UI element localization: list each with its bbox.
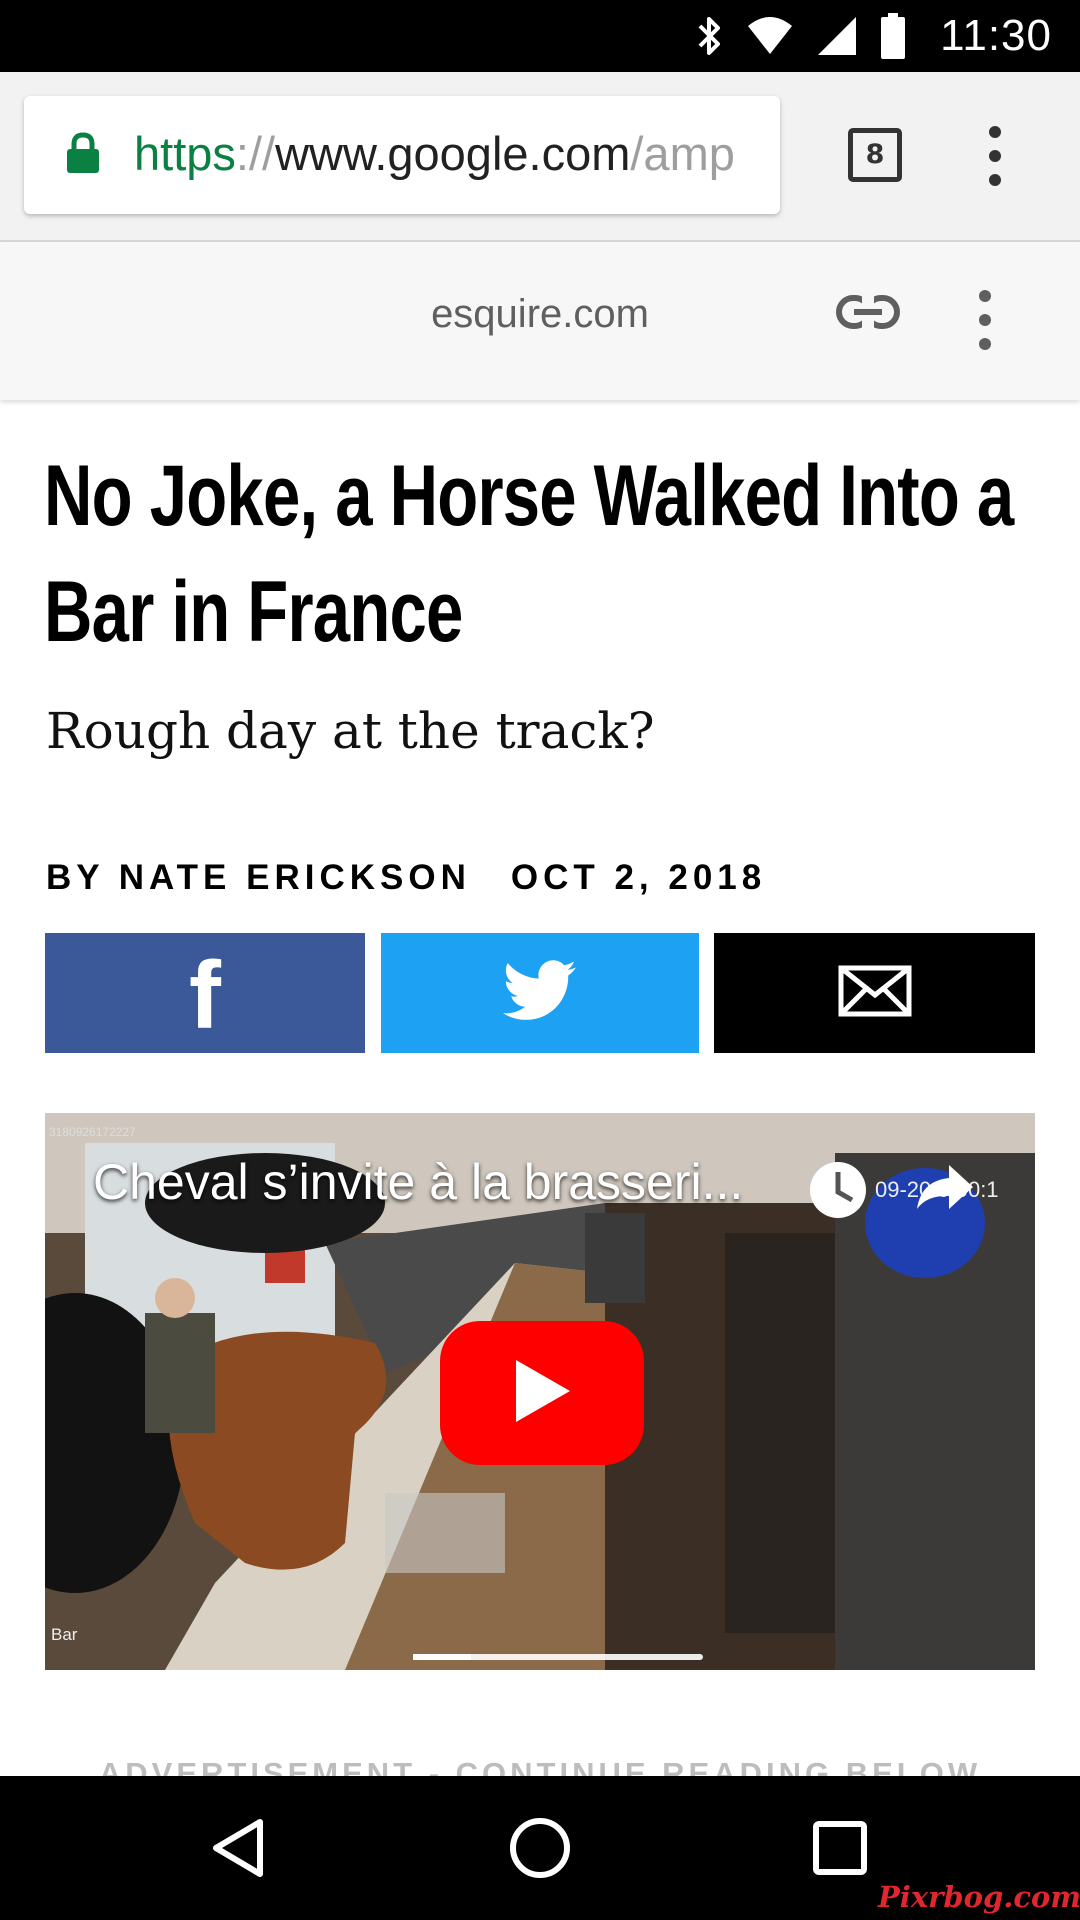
home-icon[interactable] bbox=[504, 1812, 576, 1884]
url-scheme: https bbox=[134, 127, 236, 180]
status-bar: 11:30 bbox=[0, 0, 1080, 72]
tab-count: 8 bbox=[865, 139, 885, 170]
author: BY NATE ERICKSON bbox=[46, 858, 471, 897]
twitter-share-button[interactable] bbox=[381, 933, 699, 1053]
facebook-share-button[interactable]: f bbox=[45, 933, 365, 1053]
share-video-icon[interactable] bbox=[915, 1163, 975, 1218]
share-buttons: f bbox=[45, 933, 1035, 1053]
address-bar[interactable]: https://www.google.com/amp bbox=[24, 96, 780, 214]
email-share-button[interactable] bbox=[714, 933, 1035, 1053]
menu-dot bbox=[979, 338, 991, 350]
tab-switcher-button[interactable]: 8 bbox=[848, 128, 902, 182]
play-icon bbox=[512, 1358, 572, 1429]
url-path: /amp bbox=[630, 127, 735, 180]
menu-dot bbox=[979, 290, 991, 302]
wifi-icon bbox=[746, 16, 794, 56]
amp-domain[interactable]: esquire.com bbox=[0, 292, 1080, 337]
amp-menu-icon[interactable] bbox=[960, 290, 1010, 350]
envelope-icon bbox=[838, 965, 912, 1022]
menu-dot bbox=[989, 150, 1001, 162]
video-corner-label: Bar bbox=[51, 1625, 78, 1644]
twitter-icon bbox=[502, 959, 578, 1027]
back-icon[interactable] bbox=[204, 1812, 276, 1884]
recents-icon[interactable] bbox=[804, 1812, 876, 1884]
status-time: 11:30 bbox=[940, 11, 1052, 60]
browser-toolbar: https://www.google.com/amp 8 bbox=[0, 72, 1080, 242]
status-icons: 11:30 bbox=[694, 10, 1052, 62]
video-player[interactable]: 3180926172227 Cheval s’invite à la brass… bbox=[45, 1113, 1035, 1670]
menu-dot bbox=[979, 314, 991, 326]
publish-date: OCT 2, 2018 bbox=[510, 858, 767, 897]
video-title[interactable]: Cheval s’invite à la brasseri... bbox=[93, 1153, 743, 1211]
amp-header: esquire.com bbox=[0, 242, 1080, 400]
url-host: www.google.com bbox=[275, 127, 631, 180]
url-separator: :// bbox=[235, 127, 276, 180]
battery-icon bbox=[880, 13, 906, 59]
url-text[interactable]: https://www.google.com/amp bbox=[134, 124, 770, 184]
facebook-icon: f bbox=[189, 942, 221, 1049]
lock-icon bbox=[66, 132, 100, 179]
watch-later-icon[interactable] bbox=[808, 1160, 868, 1225]
browser-menu-icon[interactable] bbox=[970, 126, 1020, 186]
video-progress-fill bbox=[413, 1654, 471, 1660]
bluetooth-icon bbox=[694, 14, 724, 58]
article-headline: No Joke, a Horse Walked Into a Bar in Fr… bbox=[44, 448, 1014, 660]
watermark: Pixrbog.com bbox=[878, 1880, 1080, 1914]
play-button[interactable] bbox=[440, 1321, 644, 1465]
link-icon[interactable] bbox=[836, 294, 900, 335]
menu-dot bbox=[989, 174, 1001, 186]
menu-dot bbox=[989, 126, 1001, 138]
article-dek: Rough day at the track? bbox=[46, 702, 655, 760]
cell-signal-icon bbox=[816, 15, 858, 57]
video-progress-bar[interactable] bbox=[413, 1654, 703, 1660]
byline: BY NATE ERICKSON OCT 2, 2018 bbox=[46, 858, 766, 898]
camera-stamp: 3180926172227 bbox=[49, 1125, 136, 1139]
